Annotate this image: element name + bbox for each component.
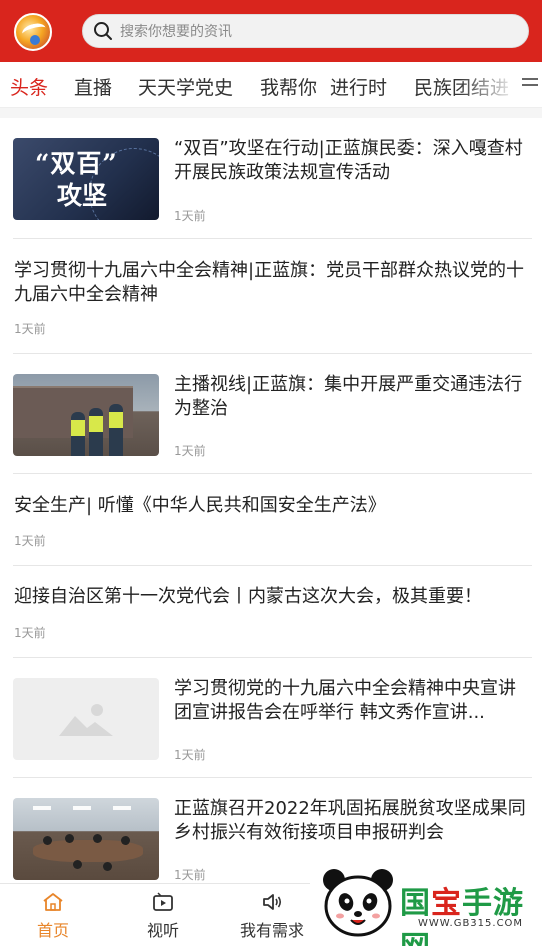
category-tabs: 头条 直播 天天学党史 我帮你 进行时 民族团结进 [0, 62, 542, 108]
news-thumbnail [13, 798, 159, 880]
tab-headline[interactable]: 头条 [10, 73, 48, 100]
menu-icon[interactable] [522, 78, 538, 92]
tab-help[interactable]: 我帮你 [260, 73, 317, 100]
news-item[interactable]: 学习贯彻党的十九届六中全会精神中央宣讲团宣讲报告会在呼举行 韩文秀作宣讲... … [13, 658, 532, 778]
news-time: 1天前 [174, 444, 206, 458]
news-time: 1天前 [174, 748, 206, 762]
news-thumbnail: “双百” 攻坚 [13, 138, 159, 220]
news-time: 1天前 [14, 534, 46, 548]
news-item[interactable]: “双百” 攻坚 “双百”攻坚在行动|正蓝旗民委：深入嘎查村开展民族政策法规宣传活… [13, 118, 532, 239]
news-thumbnail [13, 374, 159, 456]
news-list: “双百” 攻坚 “双百”攻坚在行动|正蓝旗民委：深入嘎查村开展民族政策法规宣传活… [13, 118, 532, 898]
home-icon [43, 893, 63, 911]
top-header: 搜索你想要的资讯 [0, 0, 542, 62]
app-screen: 搜索你想要的资讯 头条 直播 天天学党史 我帮你 进行时 民族团结进 “双百” … [0, 0, 542, 946]
nav-video[interactable]: 视听 [123, 892, 203, 941]
news-title: “双百”攻坚在行动|正蓝旗民委：深入嘎查村开展民族政策法规宣传活动 [174, 138, 523, 183]
news-title: 安全生产| 听懂《中华人民共和国安全生产法》 [14, 495, 386, 516]
news-title: 正蓝旗召开2022年巩固拓展脱贫攻坚成果同乡村振兴有效衔接项目申报研判会 [174, 798, 526, 843]
news-item[interactable]: 迎接自治区第十一次党代会丨内蒙古这次大会，极其重要！ 1天前 [13, 566, 532, 658]
app-logo[interactable] [14, 13, 52, 51]
speaker-icon [263, 894, 282, 910]
tab-ongoing[interactable]: 进行时 [330, 73, 387, 100]
news-title: 主播视线|正蓝旗：集中开展严重交通违法行为整治 [174, 374, 523, 419]
tab-party-history[interactable]: 天天学党史 [138, 73, 233, 100]
news-title: 学习贯彻党的十九届六中全会精神中央宣讲团宣讲报告会在呼举行 韩文秀作宣讲... [174, 678, 516, 723]
news-item[interactable]: 学习贯彻十九届六中全会精神|正蓝旗：党员干部群众热议党的十九届六中全会精神 1天… [13, 239, 532, 354]
search-icon [94, 22, 112, 40]
search-placeholder: 搜索你想要的资讯 [120, 24, 232, 40]
search-bar[interactable]: 搜索你想要的资讯 [82, 14, 529, 48]
news-item[interactable]: 安全生产| 听懂《中华人民共和国安全生产法》 1天前 [13, 474, 532, 566]
site-watermark: 国宝手游网 WWW.GB315.COM [310, 858, 542, 946]
news-time: 1天前 [174, 209, 206, 223]
news-item[interactable]: 主播视线|正蓝旗：集中开展严重交通违法行为整治 1天前 [13, 354, 532, 474]
video-icon [153, 892, 173, 911]
tab-live[interactable]: 直播 [74, 73, 112, 100]
news-time: 1天前 [14, 626, 46, 640]
panda-logo-icon [323, 869, 393, 937]
image-placeholder-icon [13, 678, 159, 760]
news-time: 1天前 [174, 868, 206, 882]
nav-demand[interactable]: 我有需求 [232, 892, 312, 941]
news-time: 1天前 [14, 322, 46, 336]
news-title: 迎接自治区第十一次党代会丨内蒙古这次大会，极其重要！ [14, 586, 482, 607]
news-title: 学习贯彻十九届六中全会精神|正蓝旗：党员干部群众热议党的十九届六中全会精神 [14, 260, 525, 305]
nav-home[interactable]: 首页 [13, 892, 93, 941]
